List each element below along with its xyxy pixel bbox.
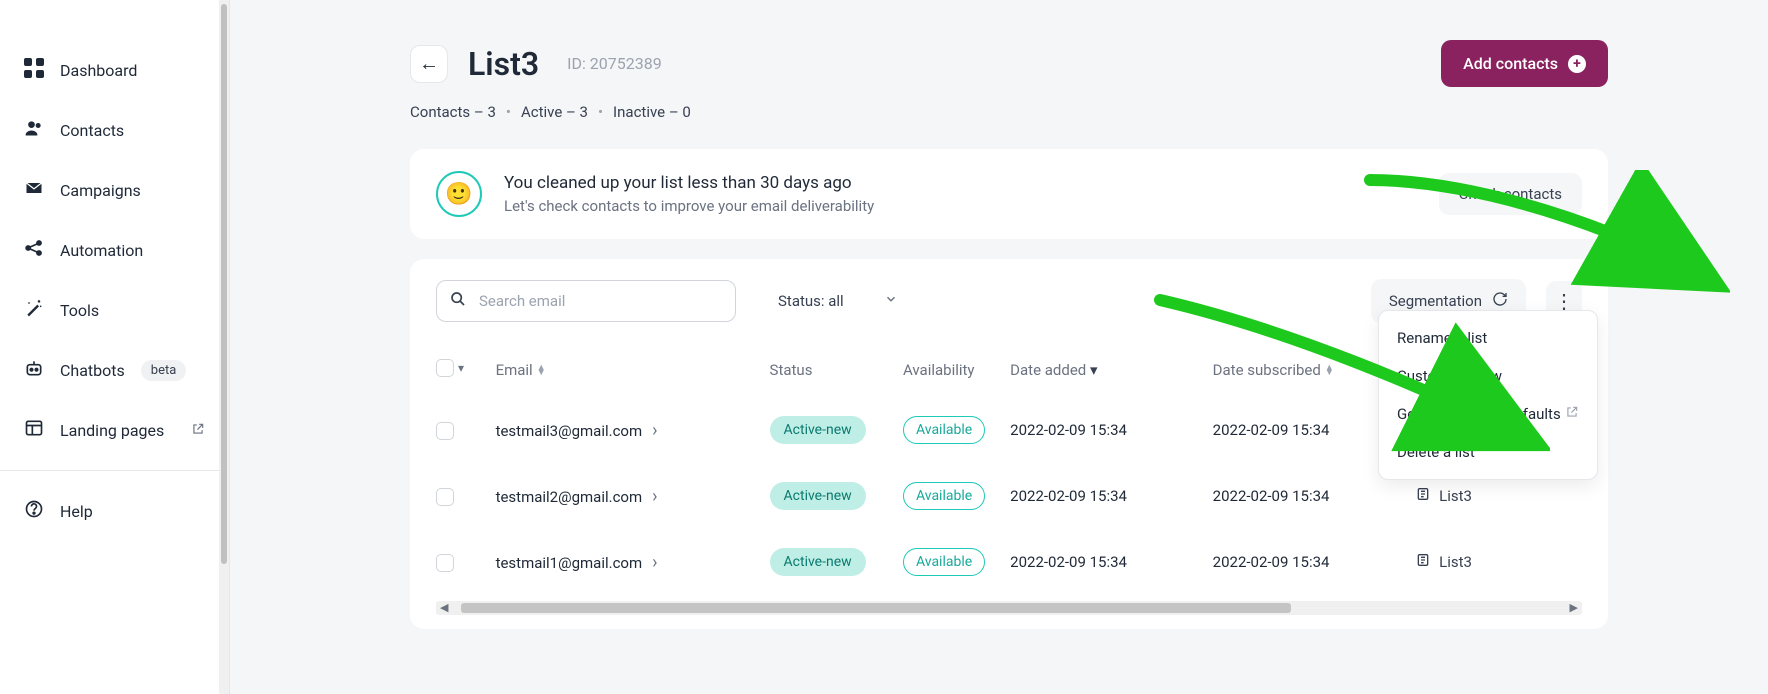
- alert-title: You cleaned up your list less than 30 da…: [504, 173, 874, 193]
- col-status: Status: [770, 343, 903, 397]
- page-id: ID: 20752389: [567, 54, 662, 73]
- chevron-right-icon[interactable]: ›: [652, 420, 657, 441]
- sidebar-item-label: Help: [60, 502, 93, 521]
- sidebar-item-landing[interactable]: Landing pages: [0, 400, 229, 460]
- sidebar-item-contacts[interactable]: Contacts: [0, 100, 229, 160]
- row-list[interactable]: List3: [1439, 553, 1472, 571]
- row-list[interactable]: List3: [1439, 487, 1472, 505]
- table-row: testmail1@gmail.com › Active-new Available 2…: [436, 529, 1582, 595]
- sidebar-item-label: Chatbots: [60, 361, 125, 380]
- col-date-added[interactable]: Date added ▾: [1010, 343, 1213, 397]
- dot-separator: •: [506, 103, 511, 121]
- sidebar-item-label: Contacts: [60, 121, 124, 140]
- sidebar-item-campaigns[interactable]: Campaigns: [0, 160, 229, 220]
- menu-customize[interactable]: Customize view: [1379, 357, 1597, 395]
- header-row: ← List3 ID: 20752389 Add contacts +: [410, 40, 1608, 87]
- scroll-right-icon: ▶: [1570, 601, 1578, 614]
- dashboard-icon: [24, 58, 44, 82]
- sidebar: Dashboard Contacts Campaigns Automation …: [0, 0, 230, 694]
- bot-icon: [24, 358, 44, 382]
- availability-badge: Available: [903, 482, 985, 510]
- status-filter-label: Status: all: [778, 292, 844, 310]
- alert-subtitle: Let's check contacts to improve your ema…: [504, 197, 874, 215]
- col-email[interactable]: Email▲▼: [496, 343, 770, 397]
- sidebar-divider: [0, 470, 229, 471]
- row-email[interactable]: testmail3@gmail.com: [496, 422, 643, 440]
- row-email[interactable]: testmail1@gmail.com: [496, 554, 643, 572]
- page-title: List3: [468, 45, 539, 83]
- external-icon: [191, 421, 205, 440]
- contacts-count: Contacts – 3: [410, 103, 496, 121]
- row-date-added: 2022-02-09 15:34: [1010, 397, 1213, 463]
- layout-icon: [24, 418, 44, 442]
- note-icon: [1415, 486, 1431, 506]
- scroll-left-icon: ◀: [440, 601, 448, 614]
- search-input[interactable]: [436, 280, 736, 322]
- sidebar-item-label: Landing pages: [60, 421, 164, 440]
- sidebar-item-label: Automation: [60, 241, 143, 260]
- add-contacts-button[interactable]: Add contacts +: [1441, 40, 1608, 87]
- sidebar-item-tools[interactable]: Tools: [0, 280, 229, 340]
- menu-rename[interactable]: Rename a list: [1379, 319, 1597, 357]
- status-filter[interactable]: Status: all: [760, 282, 916, 320]
- sidebar-item-chatbots[interactable]: Chatbots beta: [0, 340, 229, 400]
- availability-badge: Available: [903, 548, 985, 576]
- search-icon: [450, 291, 466, 311]
- refresh-icon: [1492, 291, 1508, 311]
- row-checkbox[interactable]: [436, 488, 454, 506]
- alert-card: 🙂 You cleaned up your list less than 30 …: [410, 149, 1608, 239]
- chevron-down-icon[interactable]: ▾: [458, 361, 464, 375]
- users-icon: [24, 118, 44, 142]
- row-date-subscribed: 2022-02-09 15:34: [1213, 529, 1416, 595]
- horizontal-scrollbar[interactable]: ◀ ▶: [436, 601, 1582, 615]
- col-availability: Availability: [903, 343, 1010, 397]
- main: ← List3 ID: 20752389 Add contacts + Cont…: [230, 0, 1768, 694]
- chevron-right-icon[interactable]: ›: [652, 552, 657, 573]
- plus-icon: +: [1568, 55, 1586, 73]
- sidebar-item-label: Campaigns: [60, 181, 141, 200]
- sort-icon: ▲▼: [1325, 366, 1334, 377]
- sidebar-item-label: Tools: [60, 301, 99, 320]
- add-contacts-label: Add contacts: [1463, 54, 1558, 73]
- help-icon: [24, 499, 44, 523]
- menu-defaults[interactable]: Go to campaign defaults: [1379, 395, 1597, 433]
- sort-desc-icon: ▾: [1090, 361, 1098, 379]
- check-contacts-button[interactable]: Check contacts: [1439, 173, 1582, 215]
- status-badge: Active-new: [770, 482, 866, 510]
- select-all-checkbox[interactable]: [436, 359, 454, 377]
- row-checkbox[interactable]: [436, 554, 454, 572]
- sidebar-item-help[interactable]: Help: [0, 481, 229, 541]
- menu-delete[interactable]: Delete a list: [1379, 433, 1597, 471]
- row-date-added: 2022-02-09 15:34: [1010, 463, 1213, 529]
- inactive-count: Inactive – 0: [613, 103, 691, 121]
- row-date-added: 2022-02-09 15:34: [1010, 529, 1213, 595]
- external-icon: [1565, 405, 1579, 423]
- list-options-menu: Rename a list Customize view Go to campa…: [1378, 310, 1598, 480]
- sidebar-scrollbar[interactable]: [219, 0, 229, 694]
- dot-separator: •: [598, 103, 603, 121]
- beta-badge: beta: [141, 360, 187, 381]
- active-count: Active – 3: [521, 103, 588, 121]
- share-icon: [24, 238, 44, 262]
- sort-icon: ▲▼: [537, 366, 546, 377]
- sidebar-item-dashboard[interactable]: Dashboard: [0, 40, 229, 100]
- list-counts: Contacts – 3 • Active – 3 • Inactive – 0: [410, 103, 1608, 121]
- sidebar-item-label: Dashboard: [60, 61, 137, 80]
- chevron-right-icon[interactable]: ›: [652, 486, 657, 507]
- wand-icon: [24, 298, 44, 322]
- search-wrap: [436, 280, 736, 322]
- arrow-left-icon: ←: [419, 51, 439, 76]
- status-badge: Active-new: [770, 416, 866, 444]
- sidebar-item-automation[interactable]: Automation: [0, 220, 229, 280]
- chevron-down-icon: [884, 292, 898, 310]
- row-checkbox[interactable]: [436, 422, 454, 440]
- mail-icon: [24, 178, 44, 202]
- status-badge: Active-new: [770, 548, 866, 576]
- segmentation-label: Segmentation: [1389, 292, 1482, 310]
- availability-badge: Available: [903, 416, 985, 444]
- row-email[interactable]: testmail2@gmail.com: [496, 488, 643, 506]
- smile-icon: 🙂: [436, 171, 482, 217]
- back-button[interactable]: ←: [410, 45, 448, 83]
- note-icon: [1415, 552, 1431, 572]
